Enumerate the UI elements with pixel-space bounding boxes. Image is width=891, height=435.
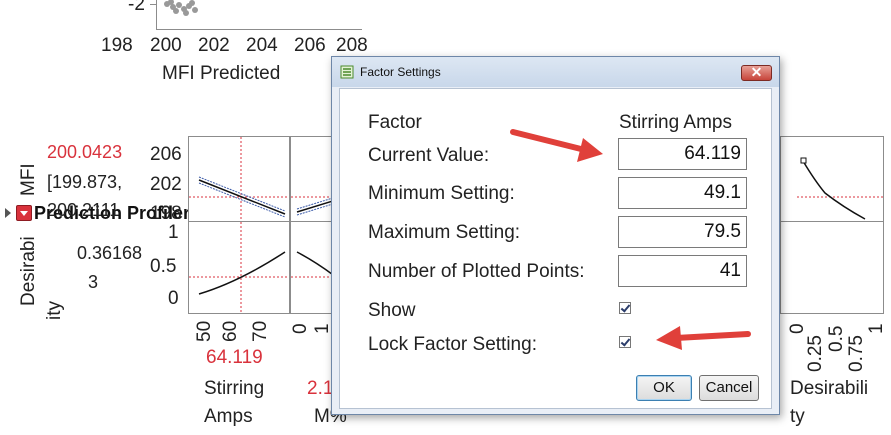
dialog-title: Factor Settings: [360, 65, 441, 79]
show-label: Show: [368, 300, 416, 321]
dialog-title-bar[interactable]: Factor Settings ✕: [332, 57, 779, 87]
m-current-value-partial[interactable]: 2.1: [307, 378, 333, 400]
desirability-curve-m: [291, 251, 334, 278]
current-value-input[interactable]: [618, 138, 747, 170]
top-chart-y-tick-mark: [150, 4, 156, 5]
factor-label-stirring-amps-line2: Amps: [204, 406, 253, 427]
lock-factor-setting-checkbox[interactable]: [619, 336, 631, 348]
top-chart-x-label: MFI Predicted: [162, 63, 281, 84]
annotation-arrow-icon: [510, 129, 603, 162]
mfi-predicted-scatter-plot: [156, 0, 362, 30]
desirability-response-label: Desirabi: [18, 236, 39, 306]
minimum-setting-label: Minimum Setting:: [368, 183, 515, 204]
mfi-y-tick: 206: [150, 144, 182, 165]
desirability-value-tail: 3: [88, 272, 99, 292]
desirability-x-tick: 0.5: [826, 325, 847, 352]
desirability-x-tick: 0.75: [846, 335, 867, 372]
cancel-button[interactable]: Cancel: [699, 375, 759, 401]
desirability-x-tick: 0.25: [805, 335, 826, 372]
profiler-cell-m-mfi[interactable]: [290, 136, 335, 222]
mfi-curve-m: [291, 196, 334, 216]
maximum-setting-label: Maximum Setting:: [368, 222, 521, 243]
top-chart-y-tick: -2: [128, 0, 145, 15]
factor-label-desirability-line1: Desirabili: [790, 378, 869, 399]
top-chart-x-tick: 204: [246, 35, 278, 56]
plotted-points-input[interactable]: [618, 255, 747, 287]
stirring-current-value[interactable]: 64.119: [206, 347, 263, 369]
stirring-x-tick: 70: [250, 320, 271, 342]
desirability-x-tick: 0: [787, 323, 808, 334]
factor-name: Stirring Amps: [619, 112, 732, 133]
show-checkbox[interactable]: [619, 302, 631, 314]
ok-button[interactable]: OK: [636, 375, 692, 401]
mfi-confidence-interval-high: 200.2111: [47, 200, 120, 220]
maximum-setting-input[interactable]: [618, 216, 747, 248]
factor-label: Factor: [368, 112, 422, 133]
desirability-curve-stirring: [189, 222, 289, 313]
close-icon: ✕: [750, 64, 763, 80]
profiler-cell-m-desirability[interactable]: [290, 221, 335, 314]
close-button[interactable]: ✕: [741, 64, 772, 81]
mfi-confidence-interval-low: [199.873,: [47, 172, 123, 192]
mfi-response-label: MFI: [18, 163, 39, 196]
top-chart-x-tick: 206: [294, 35, 326, 56]
annotation-arrow-icon: [656, 326, 751, 350]
desirability-y-tick: 1: [168, 222, 179, 243]
desirability-y-tick: 0.5: [150, 256, 177, 277]
plotted-points-label: Number of Plotted Points:: [368, 261, 585, 282]
desirability-value: 0.36168: [77, 243, 143, 263]
mfi-predicted-value: 200.0423: [47, 142, 123, 162]
profiler-cell-desirability-desirability: [780, 221, 884, 314]
desirability-response-label-tail: ity: [44, 301, 65, 320]
profiler-cell-stirring-mfi[interactable]: [188, 136, 290, 222]
stirring-x-tick: 60: [220, 320, 241, 342]
profiler-cell-stirring-desirability[interactable]: [188, 221, 290, 314]
factor-label-desirability-line2: ty: [790, 406, 805, 427]
mfi-y-tick: 202: [150, 174, 182, 195]
scatter-points: [164, 0, 198, 16]
stirring-x-tick: 50: [194, 320, 215, 342]
top-chart-x-tick: 198: [101, 35, 133, 56]
top-chart-x-tick: 208: [336, 35, 368, 56]
disclosure-triangle-icon[interactable]: [4, 207, 12, 219]
mfi-curve-stirring: [189, 137, 289, 221]
factor-settings-app-icon: [340, 65, 354, 79]
m-x-tick: 0: [290, 323, 311, 334]
profiler-cell-desirability-mfi[interactable]: [780, 136, 884, 222]
minimum-setting-input[interactable]: [618, 177, 747, 209]
current-value-label: Current Value:: [368, 145, 490, 166]
mfi-desirability-function: [797, 157, 883, 220]
desirability-y-tick: 0: [168, 288, 179, 309]
lock-factor-setting-label: Lock Factor Setting:: [368, 334, 537, 355]
desirability-x-tick: 1: [866, 323, 887, 334]
red-triangle-menu-icon[interactable]: [16, 205, 32, 221]
factor-settings-dialog[interactable]: Factor Settings ✕ Factor Stirring Amps C…: [331, 56, 780, 415]
top-chart-x-tick: 202: [198, 35, 230, 56]
factor-label-stirring-amps-line1: Stirring: [204, 378, 265, 399]
top-chart-x-tick: 200: [150, 35, 182, 56]
